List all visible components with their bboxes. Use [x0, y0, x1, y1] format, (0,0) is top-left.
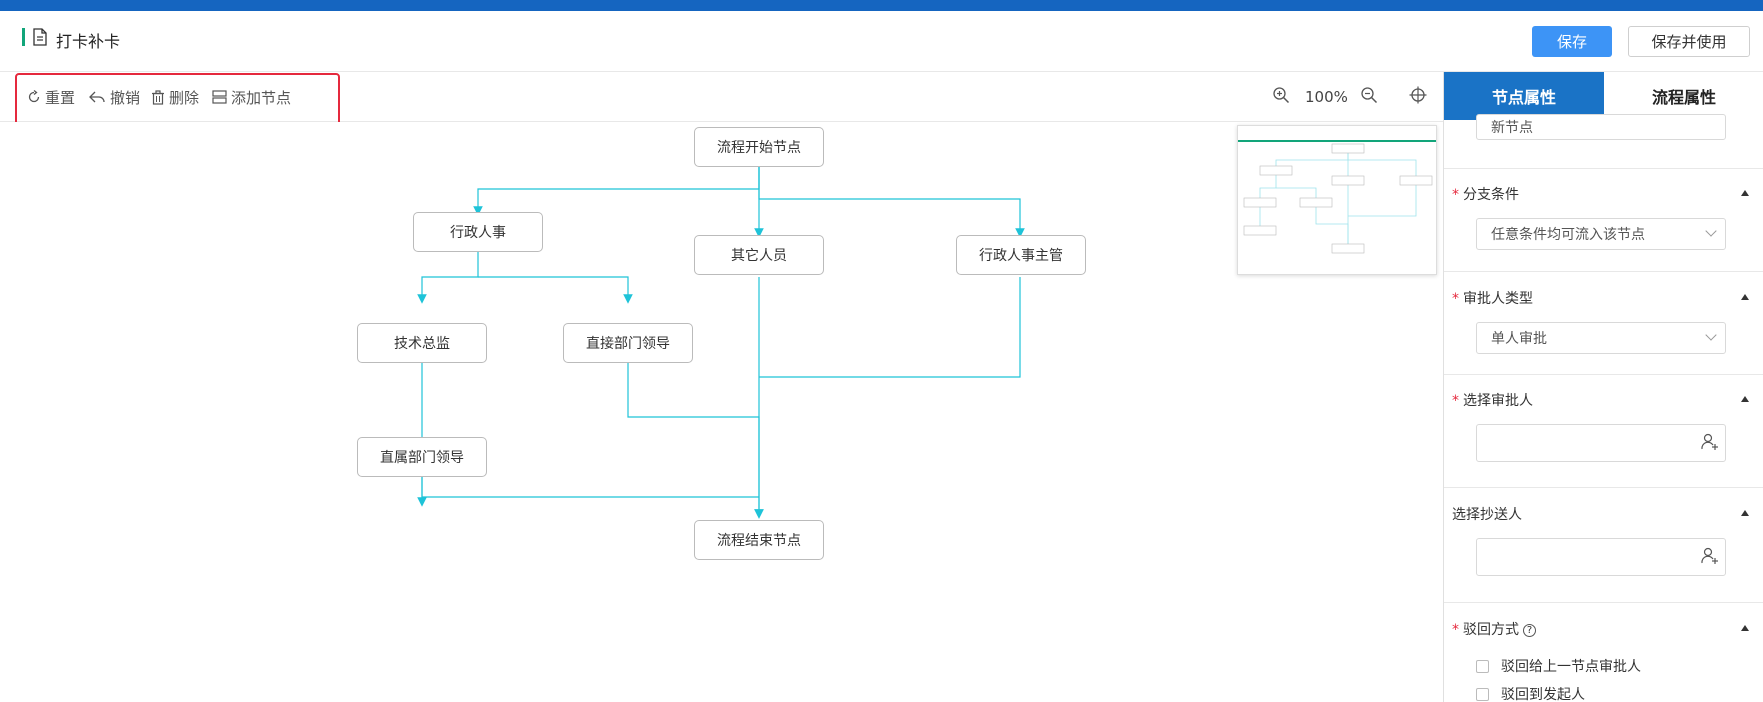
reject-method-label: * 驳回方式?: [1452, 619, 1536, 639]
help-icon[interactable]: ?: [1523, 623, 1536, 637]
top-stripe: [0, 0, 1763, 11]
add-user-icon[interactable]: [1701, 433, 1719, 451]
zoom-level: 100%: [1305, 88, 1348, 106]
undo-icon: [89, 91, 105, 103]
edge-adminhr-to-direct: [478, 276, 633, 304]
divider: [1444, 602, 1763, 603]
chevron-down-icon: [1705, 329, 1717, 341]
divider: [1444, 487, 1763, 488]
divider: [1444, 271, 1763, 272]
page-title: 打卡补卡: [56, 32, 121, 51]
tab-flow-properties[interactable]: 流程属性: [1604, 72, 1763, 120]
page-header: 打卡补卡 保存 保存并使用: [0, 11, 1763, 72]
node-end[interactable]: 流程结束节点: [694, 520, 824, 560]
collapse-caret-icon[interactable]: [1741, 510, 1749, 516]
collapse-caret-icon[interactable]: [1741, 190, 1749, 196]
zoom-out-icon[interactable]: [1360, 86, 1378, 104]
collapse-caret-icon[interactable]: [1741, 625, 1749, 631]
undo-label: 撤销: [110, 88, 141, 107]
trash-icon: [152, 89, 164, 105]
node-direct-dept-leader[interactable]: 直接部门领导: [563, 323, 693, 363]
approver-picker[interactable]: [1476, 424, 1726, 462]
edge-direct-to-end: [627, 362, 764, 519]
select-cc-label: 选择抄送人: [1452, 507, 1522, 523]
flow-minimap[interactable]: [1237, 125, 1437, 275]
checkbox[interactable]: [1476, 687, 1489, 701]
node-start[interactable]: 流程开始节点: [694, 127, 824, 167]
checkbox[interactable]: [1476, 659, 1489, 673]
divider: [1444, 374, 1763, 375]
reset-label: 重置: [45, 88, 76, 107]
approver-type-value: 单人审批: [1491, 331, 1547, 347]
select-approver-label: * 选择审批人: [1452, 393, 1533, 409]
document-icon: [33, 28, 47, 46]
node-name-value: 新节点: [1491, 120, 1533, 136]
divider: [1444, 168, 1763, 169]
save-button[interactable]: 保存: [1532, 26, 1612, 57]
undo-tool[interactable]: 撤销: [88, 86, 140, 108]
reset-tool[interactable]: 重置: [27, 86, 75, 108]
branch-condition-label: * 分支条件: [1452, 187, 1519, 203]
chevron-down-icon: [1705, 225, 1717, 237]
add-node-tool[interactable]: 添加节点: [212, 86, 291, 108]
reset-icon: [28, 90, 40, 103]
zoom-in-icon[interactable]: [1272, 86, 1290, 104]
collapse-caret-icon[interactable]: [1741, 294, 1749, 300]
cc-picker[interactable]: [1476, 538, 1726, 576]
node-name-field[interactable]: 新节点: [1476, 114, 1726, 140]
approver-type-label: * 审批人类型: [1452, 291, 1533, 307]
edge-start-to-manager: [758, 167, 1025, 238]
title-marker: [22, 28, 25, 46]
collapse-caret-icon[interactable]: [1741, 396, 1749, 402]
flow-edges: [417, 167, 1025, 519]
node-admin-hr[interactable]: 行政人事: [413, 212, 543, 252]
node-others[interactable]: 其它人员: [694, 235, 824, 275]
add-user-icon[interactable]: [1701, 547, 1719, 565]
flow-canvas[interactable]: 流程开始节点 行政人事 其它人员 行政人事主管 技术总监 直接部门领导 直属部门…: [0, 122, 1443, 702]
reject-option-previous[interactable]: 驳回给上一节点审批人: [1476, 656, 1641, 676]
reject-option-initiator[interactable]: 驳回到发起人: [1476, 684, 1585, 702]
properties-panel: 节点属性 流程属性 新节点 * 分支条件 任意条件均可流入该节点 * 审批人类型 单…: [1443, 72, 1763, 702]
add-node-icon: [212, 90, 227, 104]
approver-type-select[interactable]: 单人审批: [1476, 322, 1726, 354]
save-and-use-button[interactable]: 保存并使用: [1628, 26, 1750, 57]
edge-manager-to-end: [759, 277, 1021, 378]
locate-center-icon[interactable]: [1409, 86, 1427, 104]
node-affiliated-dept-leader[interactable]: 直属部门领导: [357, 437, 487, 477]
edge-start-to-adminhr: [473, 167, 760, 216]
branch-condition-value: 任意条件均可流入该节点: [1491, 227, 1645, 243]
add-node-label: 添加节点: [231, 88, 292, 107]
node-admin-hr-manager[interactable]: 行政人事主管: [956, 235, 1086, 275]
minimap-preview: [1238, 140, 1436, 254]
delete-tool[interactable]: 删除: [151, 86, 199, 108]
branch-condition-select[interactable]: 任意条件均可流入该节点: [1476, 218, 1726, 250]
edge-affiliated-to-end: [421, 477, 759, 498]
node-tech-director[interactable]: 技术总监: [357, 323, 487, 363]
delete-label: 删除: [169, 88, 200, 107]
tab-node-properties[interactable]: 节点属性: [1444, 72, 1604, 120]
edge-adminhr-to-tech: [417, 247, 479, 304]
